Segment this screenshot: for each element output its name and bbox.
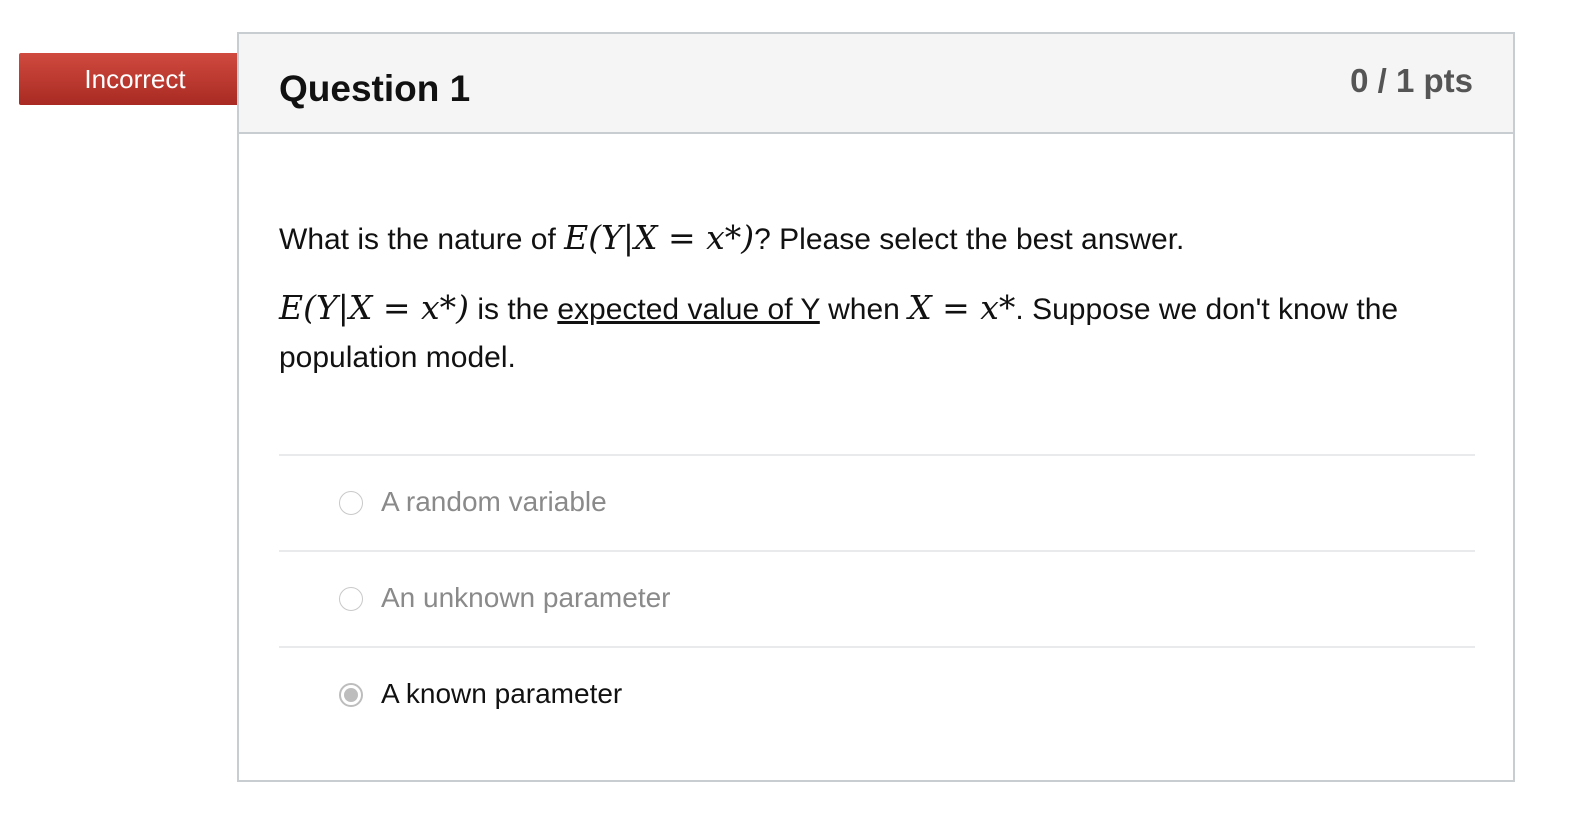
answer-option[interactable]: A random variable [279,454,1475,550]
question-points: 0 / 1 pts [1350,62,1473,99]
question-description: E(Y|X = x*) is the expected value of Y w… [279,284,1479,382]
question-text: What is the nature of E(Y|X = x*)? Pleas… [279,214,1479,382]
question-header: Question 1 0 / 1 pts [239,34,1513,134]
radio-button-selected[interactable] [339,683,363,707]
radio-button[interactable] [339,491,363,515]
description-text-1: is the [468,293,558,326]
description-math-start: E(Y|X = x*) [279,288,469,327]
answer-option-selected[interactable]: A known parameter [279,646,1475,742]
status-badge-label: Incorrect [84,64,186,94]
prompt-text-start: What is the nature of [279,223,565,256]
answer-option[interactable]: An unknown parameter [279,550,1475,646]
prompt-math: E(Y|X = x*) [564,218,755,257]
description-underlined: expected value of Y [557,293,820,326]
answer-label: An unknown parameter [381,582,671,613]
radio-button[interactable] [339,587,363,611]
description-text-2: when [819,293,909,326]
answer-label: A known parameter [381,678,623,709]
question-card: Question 1 0 / 1 pts What is the nature … [237,32,1515,782]
quiz-page: Incorrect Question 1 0 / 1 pts What is t… [0,0,1582,830]
status-badge: Incorrect [19,53,268,105]
question-prompt: What is the nature of E(Y|X = x*)? Pleas… [279,214,1479,262]
question-title: Question 1 [279,68,471,109]
prompt-text-end: ? Please select the best answer. [754,223,1185,256]
description-math-mid: X = x* [908,288,1016,327]
answer-list: A random variable An unknown parameter A… [279,454,1475,742]
answer-label: A random variable [381,486,607,517]
